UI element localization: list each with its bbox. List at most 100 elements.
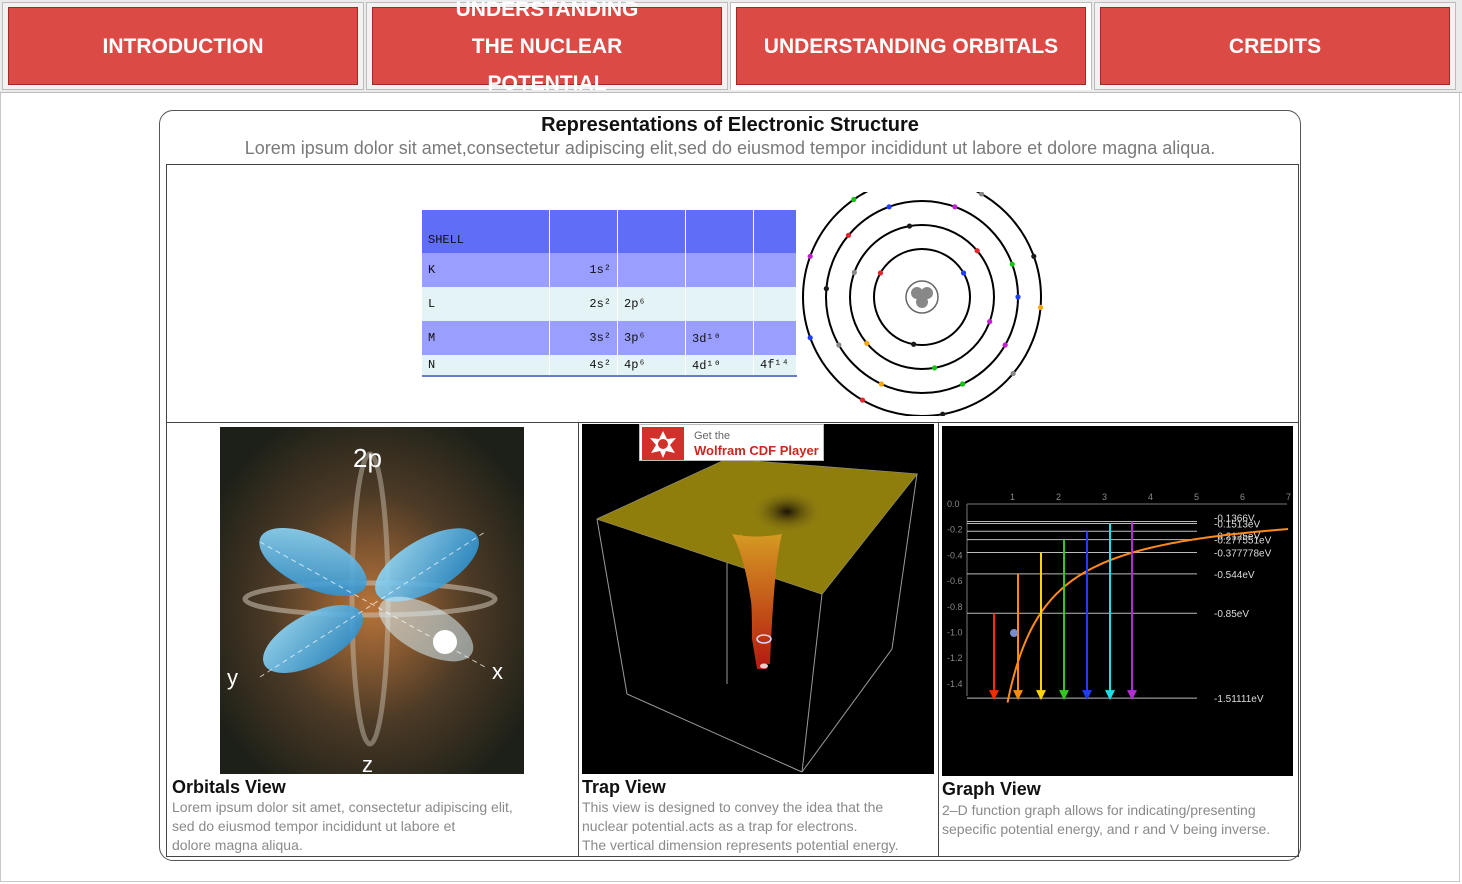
electron-dot (974, 248, 980, 254)
electron-dot (959, 381, 966, 387)
y-tick-label: -0.2 (947, 525, 963, 535)
orbital-cell (685, 287, 754, 321)
tab-introduction: INTRODUCTION (2, 2, 364, 90)
graph-view-title: Graph View (942, 779, 1041, 799)
orbital-cell: 1s² (549, 253, 618, 287)
electron-dot (807, 253, 813, 259)
nav-introduction-button[interactable]: INTRODUCTION (8, 7, 358, 85)
orbital-cell (753, 287, 797, 321)
orbitals-view-image[interactable]: 2p y x z (220, 427, 524, 774)
trap-view-image[interactable]: Get the Wolfram CDF Player (582, 424, 934, 774)
graph-view-description: 2–D function graph allows for indicating… (942, 802, 1271, 837)
electron-dot (987, 319, 993, 325)
panel-subtitle: Lorem ipsum dolor sit amet,consectetur a… (244, 138, 1216, 158)
table-row: K 1s² (422, 253, 797, 287)
orbital-label: 2p (353, 443, 382, 473)
trap-view-description: This view is designed to convey the idea… (582, 799, 899, 853)
nav-nuclear-potential-button[interactable]: UNDERSTANDING THE NUCLEAR POTENTIAL (372, 0, 722, 95)
shell-cell: L (422, 287, 550, 321)
y-tick-label: -0.8 (947, 602, 963, 612)
y-tick-label: -0.4 (947, 550, 963, 560)
y-tick-label: -1.0 (947, 628, 963, 638)
shell-cell: N (422, 355, 550, 377)
axis-z-label: z (362, 752, 373, 774)
orbital-cell: 4d¹⁰ (685, 355, 754, 377)
top-navigation: INTRODUCTION UNDERSTANDING THE NUCLEAR P… (0, 0, 1462, 95)
electron-dot (960, 270, 967, 276)
badge-line1: Get the (694, 430, 731, 442)
tab-understanding-orbitals: UNDERSTANDING ORBITALS (730, 2, 1092, 90)
table-row: N 4s² 4p⁶ 4d¹⁰ 4f¹⁴ (422, 355, 797, 377)
badge-line2: Wolfram CDF Player (694, 443, 819, 458)
row-divider (167, 422, 1298, 423)
electron-dot (931, 365, 938, 371)
orbital-cell: 2s² (549, 287, 618, 321)
electron-dot (878, 381, 885, 387)
y-tick-label: -1.2 (947, 653, 963, 663)
orbitals-view-description: Lorem ipsum dolor sit amet, consectetur … (172, 799, 513, 853)
column-divider (578, 423, 579, 857)
y-tick-label: -1.4 (947, 679, 963, 689)
electron-dot (1009, 261, 1015, 267)
nav-understanding-orbitals-button[interactable]: UNDERSTANDING ORBITALS (736, 7, 1086, 85)
y-tick-label: 0.0 (947, 499, 960, 509)
electron-dot (952, 204, 958, 210)
orbital-cell (617, 253, 686, 287)
trap-view-title: Trap View (582, 777, 666, 797)
orbital-cell (685, 253, 754, 287)
orbital-cell: 3s² (549, 321, 618, 355)
nav-credits-button[interactable]: CREDITS (1100, 7, 1450, 85)
bohr-atom-diagram (802, 192, 1044, 416)
electron-dot (877, 270, 884, 276)
electron-dot (807, 335, 813, 341)
electron-dot (1010, 370, 1016, 377)
electron-dot (906, 223, 913, 229)
electron-dot (1037, 304, 1044, 310)
electron-dot (1002, 342, 1008, 348)
orbital-cell: 4p⁶ (617, 355, 686, 377)
column-divider (938, 423, 939, 857)
electron-dot (845, 232, 852, 238)
electron-dot (1031, 253, 1037, 259)
x-tick-label: 5 (1194, 492, 1199, 502)
electron-dot (836, 342, 842, 348)
electron-dot (864, 340, 870, 346)
graph-view-image[interactable]: 1 2 3 4 5 6 7 0.0 -0.2 -0.4 -0.6 -0.8 -1.0 -1.2 -1.4 -0… (942, 426, 1293, 776)
energy-level-label: -0.377778eV (1214, 549, 1272, 560)
marker-point (1010, 629, 1018, 637)
energy-level-label: -0.277551eV (1214, 536, 1272, 547)
wolfram-cdf-player-badge[interactable]: Get the Wolfram CDF Player (639, 424, 824, 461)
y-tick-label: -0.6 (947, 576, 963, 586)
content-grid: SHELL K 1s² L 2s² 2p⁶ M 3s² 3p⁶ 3d¹⁰ N 4… (166, 164, 1299, 857)
orbital-cell (753, 321, 797, 355)
axis-y-label: y (227, 665, 238, 690)
electron-dot (851, 196, 857, 203)
energy-level-label: -0.544eV (1214, 570, 1255, 581)
orbitals-view-title: Orbitals View (172, 777, 286, 797)
orbital-cell (753, 253, 797, 287)
hand-cursor-icon (433, 630, 457, 654)
electron-dot (911, 341, 917, 347)
shell-cell: M (422, 321, 550, 355)
tab-nuclear-potential: UNDERSTANDING THE NUCLEAR POTENTIAL (366, 0, 728, 95)
panel-title: Representations of Electronic Structure (541, 114, 919, 136)
energy-level-label: -0.85eV (1214, 609, 1249, 620)
electron-dot (886, 204, 892, 210)
tab-credits: CREDITS (1094, 2, 1456, 90)
x-tick-label: 2 (1056, 492, 1061, 502)
energy-level-label: -0.1513eV (1214, 519, 1260, 530)
electron-dot (859, 397, 866, 403)
axis-x-label: x (492, 659, 503, 684)
shell-cell: K (422, 253, 550, 287)
electron-dot (1015, 294, 1021, 300)
x-tick-label: 6 (1240, 492, 1245, 502)
energy-level-label: -1.51111eV (1214, 694, 1264, 705)
shell-header-cell: SHELL (422, 210, 550, 253)
table-row: M 3s² 3p⁶ 3d¹⁰ (422, 321, 797, 355)
wolfram-spikey-icon (642, 427, 684, 460)
electron-dot (851, 269, 857, 275)
orbital-cell: 4s² (549, 355, 618, 377)
x-tick-label: 3 (1102, 492, 1107, 502)
table-header-row: SHELL (422, 210, 797, 253)
electron-dot (940, 411, 946, 416)
